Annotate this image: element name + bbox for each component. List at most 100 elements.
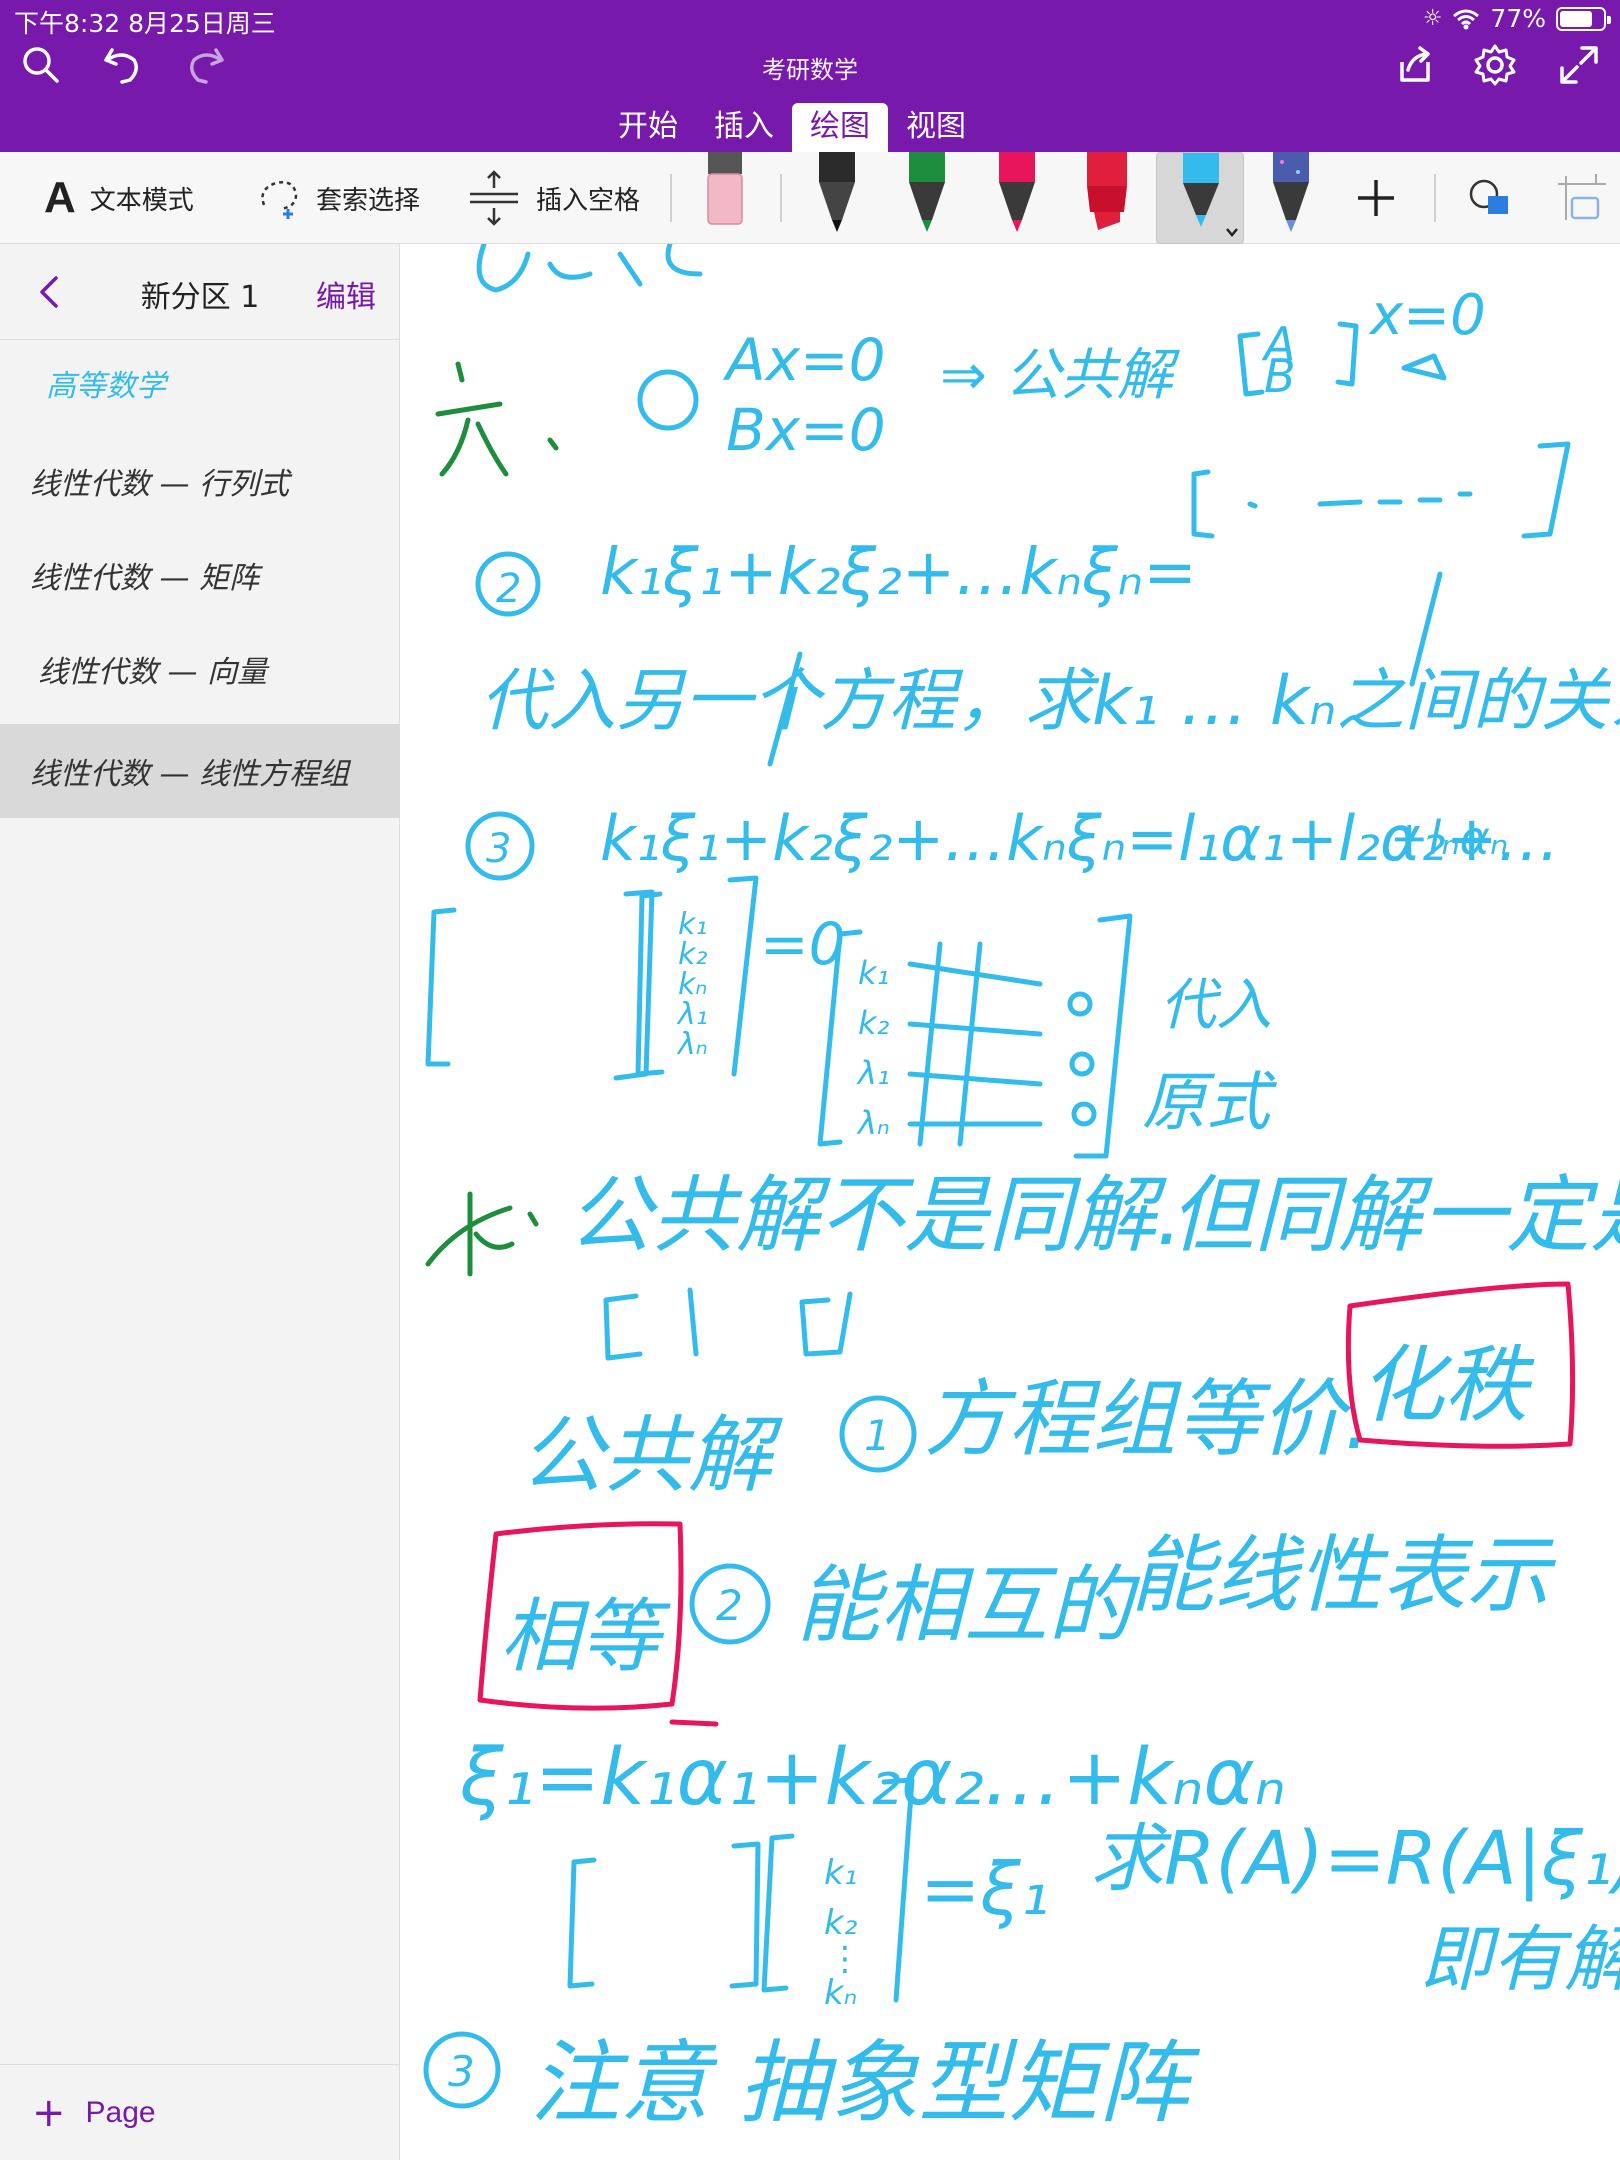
svg-text:=0: =0 (760, 910, 846, 978)
svg-text:λ₁: λ₁ (856, 1054, 890, 1092)
svg-text:Bx=0: Bx=0 (726, 396, 886, 464)
page-item[interactable]: 线性代数 — 矩阵 (0, 528, 400, 622)
page-item-selected[interactable]: 线性代数 — 线性方程组 (0, 724, 400, 818)
tab-insert[interactable]: 插入 (696, 103, 792, 152)
handwritten-page-title: 线性代数 — 矩阵 (30, 561, 263, 596)
svg-text:能线性表示: 能线性表示 (1130, 1526, 1557, 1624)
svg-text:原式: 原式 (1142, 1066, 1278, 1140)
edit-button[interactable]: 编辑 (316, 272, 376, 316)
battery-percent: 77% (1490, 4, 1546, 33)
settings-gear-icon[interactable] (1470, 40, 1520, 90)
toolbar-divider (670, 174, 672, 222)
page-sidebar: 新分区 1 编辑 高等数学 线性代数 — 行列式 线性代数 — 矩阵 线性代数 … (0, 244, 400, 2160)
handwritten-page-title: 高等数学 (46, 369, 169, 404)
galaxy-pen-tool[interactable] (1256, 152, 1326, 244)
blue-pen-tool[interactable] (1156, 152, 1244, 244)
svg-text:求R(A)=R(A|ξ₁): 求R(A)=R(A|ξ₁) (1090, 1816, 1620, 1902)
undo-icon[interactable] (98, 40, 148, 90)
svg-text:公共解: 公共解 (520, 1406, 783, 1504)
svg-text:B: B (1264, 349, 1296, 403)
tab-view[interactable]: 视图 (888, 103, 984, 152)
svg-text:k₁ξ₁+k₂ξ₂+…kₙξₙ=: k₁ξ₁+k₂ξ₂+…kₙξₙ= (600, 536, 1197, 610)
page-item[interactable]: 线性代数 — 向量 (0, 622, 400, 716)
svg-text:1: 1 (864, 1411, 891, 1460)
handwritten-page-title: 线性代数 — 行列式 (30, 467, 293, 502)
svg-text:能相互的: 能相互的 (796, 1556, 1141, 1654)
section-marker-six-ink (435, 361, 559, 477)
handwritten-page-title: 线性代数 — 线性方程组 (30, 757, 352, 792)
tab-draw[interactable]: 绘图 (792, 103, 888, 152)
page-item[interactable]: 高等数学 (0, 340, 400, 434)
plus-icon: + (32, 2089, 66, 2136)
svg-text:但同解一定是: 但同解一定是 (1170, 1166, 1620, 1264)
add-page-button[interactable]: + Page (0, 2064, 400, 2160)
pink-pen-tool[interactable] (982, 152, 1052, 244)
redo-icon[interactable] (180, 40, 230, 90)
ink-to-shape-icon (1558, 174, 1606, 220)
svg-text:k₁: k₁ (858, 954, 889, 992)
app-header: 下午8:32 8月25日周三 ☼ 77% 考研数学 开始 插入 绘图 视图 (0, 0, 1620, 152)
tab-home[interactable]: 开始 (600, 103, 696, 152)
svg-text:ξ₁=k₁α₁+k₂α₂…+kₙαₙ: ξ₁=k₁α₁+k₂α₂…+kₙαₙ (459, 1733, 1286, 1823)
svg-text:即有解: 即有解 (1420, 1917, 1620, 2001)
fullscreen-icon[interactable] (1554, 40, 1604, 90)
section-header: 新分区 1 编辑 (0, 244, 400, 340)
svg-text:2: 2 (496, 566, 521, 612)
svg-text:2: 2 (716, 1581, 743, 1630)
text-mode-button[interactable]: A 文本模式 (44, 152, 194, 244)
black-pen-tool[interactable] (802, 152, 872, 244)
lasso-icon (261, 181, 298, 219)
shapes-icon (1469, 179, 1508, 214)
ribbon-tabs: 开始 插入 绘图 视图 (600, 103, 984, 152)
svg-text:方程组等价.: 方程组等价. (924, 1370, 1371, 1468)
insert-space-label: 插入空格 (536, 185, 641, 216)
brightness-icon: ☼ (1422, 6, 1443, 31)
svg-text:代入: 代入 (1160, 973, 1272, 1038)
ink-line-5: k₁ k₂ kₙ λ₁ λₙ =0 k₁ k₂ λ₁ λₙ 代入 原式 (425, 875, 1278, 1159)
svg-text:公共解不是同解.: 公共解不是同解. (568, 1166, 1183, 1264)
svg-text:k₂: k₂ (824, 1903, 858, 1943)
note-canvas[interactable]: Ax=0 Bx=0 ⇒ 公共解 A B x=0 2 k₁ξ₁+k₂ξ₂+…kₙξ… (400, 244, 1620, 2160)
ink-line-9: 相等 2 能相互的 能线性表示 (477, 1521, 1557, 1727)
toolbar-divider (1434, 174, 1436, 222)
page-item[interactable]: 线性代数 — 行列式 (0, 434, 400, 528)
page-title-ink: 线性代数 — 线性方程组 (30, 757, 352, 792)
lasso-select-button[interactable]: 套索选择 (256, 152, 420, 244)
status-time: 下午8:32 8月25日周三 (14, 9, 276, 38)
page-title-ink: 线性代数 — 向量 (38, 655, 270, 690)
svg-text:λₙ: λₙ (676, 1027, 708, 1062)
add-pen-button[interactable] (1354, 152, 1398, 244)
ink-line-8: 公共解 1 方程组等价. 化秩 (520, 1281, 1576, 1504)
page-title-ink: 高等数学 (46, 369, 169, 404)
page-title-ink: 线性代数 — 矩阵 (30, 561, 263, 596)
ink-line-1: Ax=0 Bx=0 ⇒ 公共解 A B x=0 (637, 283, 1486, 464)
insert-space-button[interactable]: 插入空格 (466, 152, 640, 244)
toolbar-divider (780, 174, 782, 222)
ink-line-4: 3 k₁ξ₁+k₂ξ₂+…kₙξₙ=l₁α₁+l₂α₂+… +lₙαₙ (465, 802, 1560, 881)
add-page-label: Page (85, 2095, 156, 2129)
ink-to-shape-button[interactable] (1556, 152, 1608, 244)
svg-text:⇒ 公共解: ⇒ 公共解 (940, 343, 1181, 408)
svg-text:λₙ: λₙ (856, 1104, 890, 1142)
eraser-tool[interactable] (690, 152, 760, 244)
plus-icon (1358, 180, 1394, 216)
svg-text:3: 3 (486, 826, 511, 872)
notebook-title: 考研数学 (762, 56, 858, 84)
svg-text:化秩: 化秩 (1360, 1336, 1535, 1434)
lasso-label: 套索选择 (316, 185, 421, 216)
insert-space-icon (470, 170, 518, 226)
svg-text:k₁: k₁ (824, 1853, 857, 1893)
text-mode-icon: A (44, 173, 76, 222)
green-pen-tool[interactable] (892, 152, 962, 244)
share-icon[interactable] (1390, 40, 1440, 90)
text-mode-label: 文本模式 (89, 185, 194, 216)
section-marker-seven-ink (425, 1191, 539, 1277)
battery-icon (1556, 6, 1611, 31)
search-icon[interactable] (16, 40, 66, 90)
shapes-button[interactable] (1466, 152, 1514, 244)
status-indicators: ☼ 77% (1422, 4, 1611, 33)
handwritten-page-title: 线性代数 — 向量 (38, 655, 270, 690)
red-highlighter-tool[interactable] (1072, 152, 1142, 244)
ink-stroke (476, 244, 703, 293)
ink-layer: Ax=0 Bx=0 ⇒ 公共解 A B x=0 2 k₁ξ₁+k₂ξ₂+…kₙξ… (423, 244, 1620, 2136)
